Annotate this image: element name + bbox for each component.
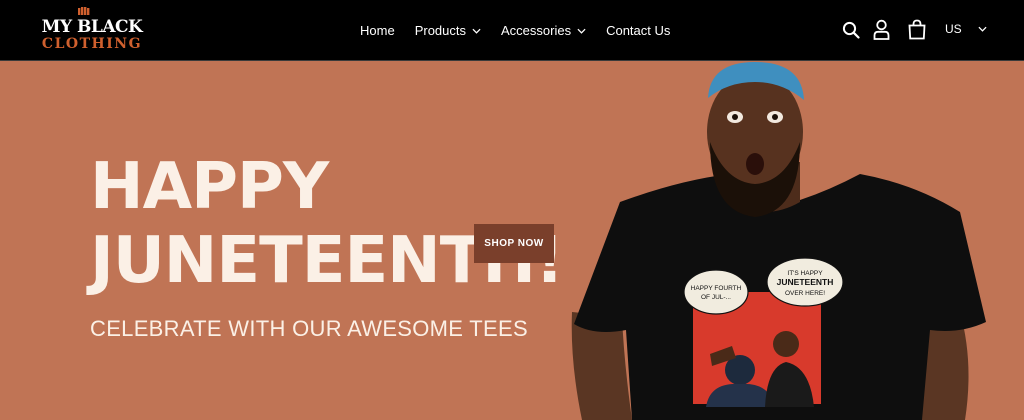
currency-selector[interactable]: US — [945, 22, 987, 36]
fist-logo-icon — [78, 7, 90, 15]
chevron-down-icon — [472, 28, 481, 34]
chevron-down-icon — [978, 26, 987, 32]
print-bubble-right-line3: OVER HERE! — [785, 290, 825, 297]
print-bubble-right-line2: JUNETEENTH — [777, 277, 834, 287]
brand-logo[interactable]: MY BLACK CLOTHING — [40, 6, 144, 56]
print-bubble-right-line1: IT'S HAPPY — [787, 270, 823, 277]
nav-contact-us[interactable]: Contact Us — [606, 23, 670, 38]
print-bubble-left-line1: HAPPY FOURTH — [691, 285, 742, 292]
hero-banner: HAPPY JUNETEENTH! CELEBRATE WITH OUR AWE… — [0, 62, 1024, 420]
nav-products[interactable]: Products — [415, 23, 481, 38]
hero-headline-line1: HAPPY — [90, 150, 329, 224]
hero-subheadline: CELEBRATE WITH OUR AWESOME TEES — [90, 316, 528, 341]
search-icon[interactable] — [842, 21, 860, 39]
nav-home-label: Home — [360, 23, 395, 38]
nav-products-label: Products — [414, 23, 466, 38]
main-nav: Home Products Accessories Contact Us — [360, 0, 690, 61]
chevron-down-icon — [577, 28, 586, 34]
nav-contact-us-label: Contact Us — [606, 23, 671, 38]
brand-name-line2: CLOTHING — [41, 36, 143, 52]
nav-accessories-label: Accessories — [501, 23, 572, 38]
cart-icon[interactable] — [907, 19, 927, 40]
site-header: MY BLACK CLOTHING Home Products Accessor… — [0, 0, 1024, 61]
nav-accessories[interactable]: Accessories — [501, 23, 586, 38]
shop-now-button[interactable]: SHOP NOW — [474, 224, 554, 263]
print-bubble-left-line2: OF JUL-... — [701, 294, 731, 301]
account-icon[interactable] — [873, 19, 890, 40]
model-photo: HAPPY FOURTH OF JUL-... IT'S HAPPY JUNET… — [571, 62, 986, 420]
nav-home[interactable]: Home — [360, 23, 395, 38]
brand-name-line1: MY BLACK — [41, 17, 143, 37]
currency-label: US — [945, 22, 962, 36]
